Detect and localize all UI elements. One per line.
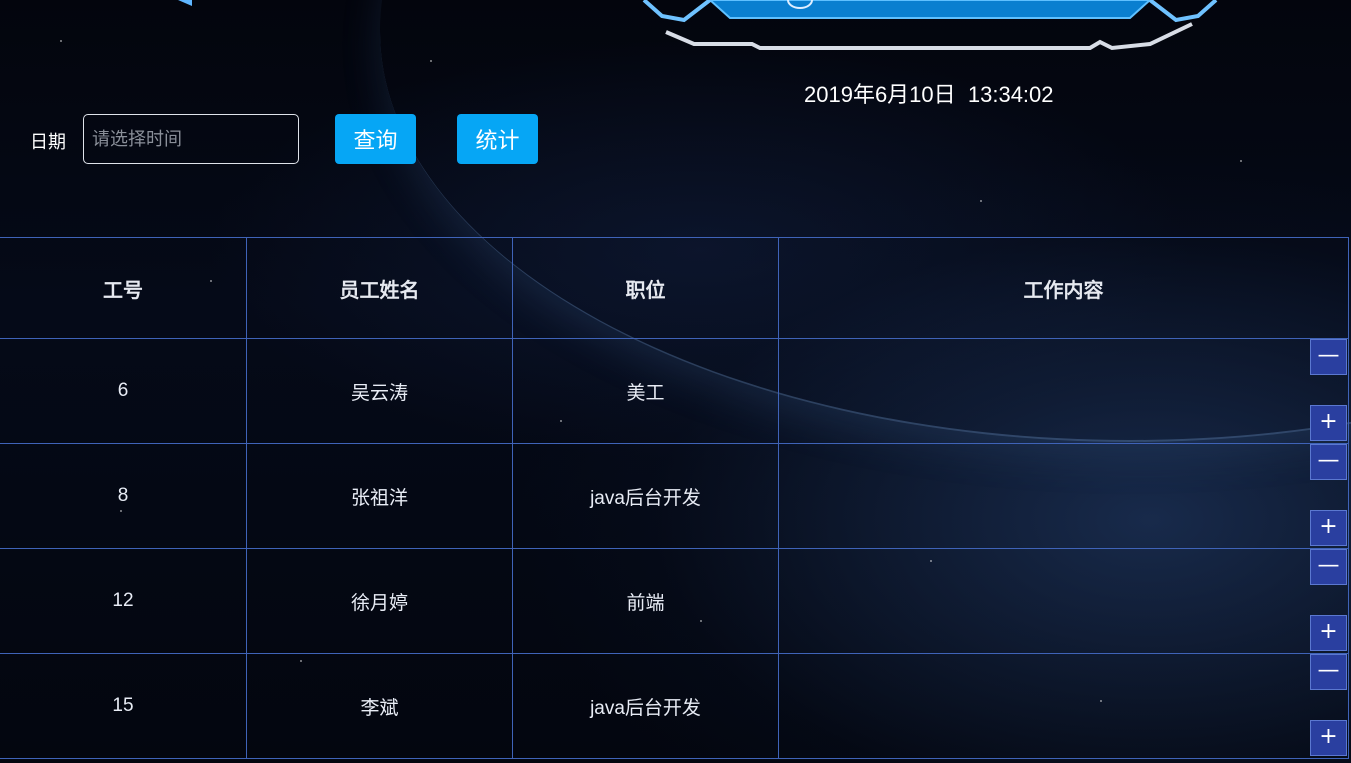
star: [60, 40, 62, 42]
cell-work-content[interactable]: [778, 338, 1349, 444]
cell-work-content[interactable]: [778, 443, 1349, 549]
cell-name: 李斌: [246, 653, 513, 759]
column-header-id: 工号: [0, 237, 247, 339]
date-label: 日期: [30, 132, 66, 152]
statistics-button[interactable]: 统计: [457, 114, 538, 164]
current-datetime: 2019年6月10日 13:34:02: [804, 82, 1054, 107]
cell-name: 张祖洋: [246, 443, 513, 549]
expand-row-button[interactable]: +: [1310, 615, 1347, 651]
cell-work-content[interactable]: [778, 653, 1349, 759]
column-header-position: 职位: [512, 237, 779, 339]
expand-row-button[interactable]: +: [1310, 720, 1347, 756]
query-button[interactable]: 查询: [335, 114, 416, 164]
collapse-row-button[interactable]: —: [1310, 444, 1347, 480]
title-banner-frame: [642, 0, 1218, 51]
cell-name: 吴云涛: [246, 338, 513, 444]
page: 2019年6月10日 13:34:02 日期 查询 统计 工号 员工姓名 职位 …: [0, 0, 1351, 763]
star: [430, 60, 432, 62]
star: [980, 200, 982, 202]
back-arrow-icon: [178, 0, 192, 6]
table-row: 12 徐月婷 前端: [0, 548, 1349, 654]
cell-name: 徐月婷: [246, 548, 513, 654]
table-row: 6 吴云涛 美工: [0, 338, 1349, 444]
expand-row-button[interactable]: +: [1310, 405, 1347, 441]
employee-table: 工号 员工姓名 职位 工作内容 6 吴云涛 美工 8 张祖洋 java后台开发 …: [0, 237, 1349, 759]
table-header-row: 工号 员工姓名 职位 工作内容: [0, 237, 1349, 339]
collapse-row-button[interactable]: —: [1310, 549, 1347, 585]
expand-row-button[interactable]: +: [1310, 510, 1347, 546]
date-picker-input[interactable]: [83, 114, 299, 164]
table-row: 8 张祖洋 java后台开发: [0, 443, 1349, 549]
cell-work-content[interactable]: [778, 548, 1349, 654]
column-header-name: 员工姓名: [246, 237, 513, 339]
table-row: 15 李斌 java后台开发: [0, 653, 1349, 759]
cell-position: 美工: [512, 338, 779, 444]
cell-position: java后台开发: [512, 653, 779, 759]
column-header-work-content: 工作内容: [778, 237, 1349, 339]
cell-id: 8: [0, 443, 247, 549]
collapse-row-button[interactable]: —: [1310, 339, 1347, 375]
cell-position: java后台开发: [512, 443, 779, 549]
cell-id: 6: [0, 338, 247, 444]
collapse-row-button[interactable]: —: [1310, 654, 1347, 690]
star: [1240, 160, 1242, 162]
cell-id: 12: [0, 548, 247, 654]
cell-position: 前端: [512, 548, 779, 654]
cell-id: 15: [0, 653, 247, 759]
